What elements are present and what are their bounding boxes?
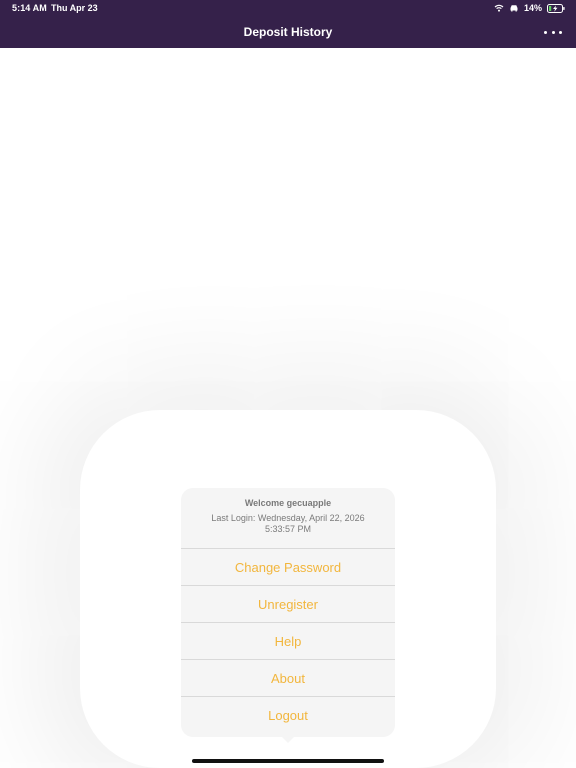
- page-title: Deposit History: [243, 25, 333, 39]
- status-date: Thu Apr 23: [51, 3, 98, 13]
- navigation-bar: 5:14 AM Thu Apr 23 14% Deposit History: [0, 0, 576, 48]
- popover-header: Welcome gecuapple Last Login: Wednesday,…: [181, 488, 395, 549]
- home-indicator[interactable]: [192, 759, 384, 763]
- last-login-text: Last Login: Wednesday, April 22, 2026 5:…: [211, 513, 365, 534]
- deposit-history-screen: 5:14 AM Thu Apr 23 14% Deposit History W…: [0, 0, 576, 768]
- popover-arrow: [281, 736, 295, 743]
- about-button[interactable]: About: [181, 660, 395, 697]
- ellipsis-icon: [551, 30, 555, 34]
- car-icon: [510, 5, 518, 12]
- logout-button[interactable]: Logout: [181, 697, 395, 734]
- more-options-button[interactable]: [544, 25, 562, 39]
- status-icons: 14%: [494, 2, 566, 14]
- battery-percentage: 14%: [523, 3, 542, 13]
- ellipsis-icon: [559, 30, 562, 34]
- status-time: 5:14 AM: [12, 3, 47, 13]
- battery-charging-icon: [547, 3, 565, 13]
- help-button[interactable]: Help: [181, 623, 395, 660]
- wifi-icon: [494, 4, 504, 12]
- ellipsis-icon: [544, 30, 547, 34]
- change-password-button[interactable]: Change Password: [181, 549, 395, 586]
- welcome-text: Welcome gecuapple: [244, 498, 332, 508]
- unregister-button[interactable]: Unregister: [181, 586, 395, 623]
- account-menu-popover: Welcome gecuapple Last Login: Wednesday,…: [181, 488, 395, 737]
